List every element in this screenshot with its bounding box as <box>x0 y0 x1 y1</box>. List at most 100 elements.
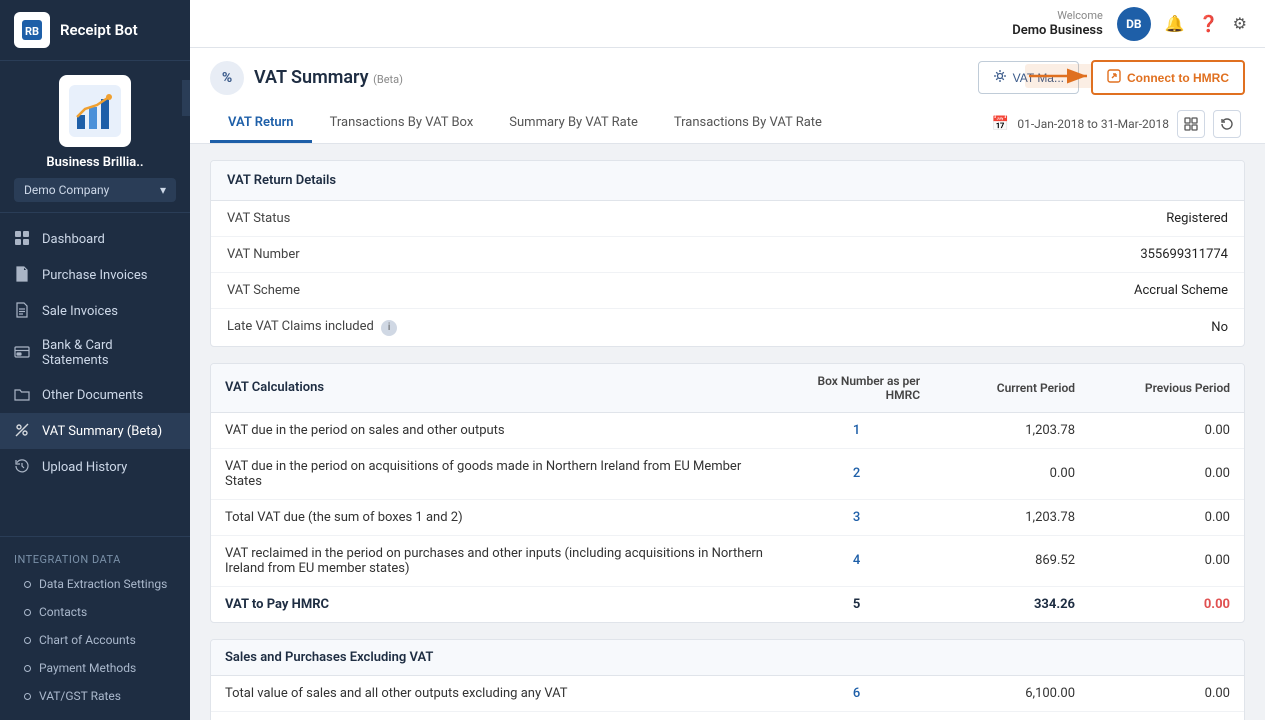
app-logo-icon: RB <box>14 12 50 48</box>
avatar: DB <box>1117 7 1151 41</box>
detail-row-vat-number: VAT Number 355699311774 <box>211 237 1244 273</box>
content-area: % VAT Summary (Beta) VAT Ma... <box>190 48 1265 720</box>
beta-badge: (Beta) <box>373 73 403 86</box>
vat-manage-button[interactable]: VAT Ma... <box>978 61 1079 94</box>
row-current: 1,203.78 <box>934 412 1089 448</box>
row-box: 4 <box>779 535 934 586</box>
sidebar-sub-data-extraction[interactable]: Data Extraction Settings <box>0 570 190 598</box>
row-description: VAT reclaimed in the period on purchases… <box>211 535 779 586</box>
sidebar-item-label: VAT Summary (Beta) <box>42 424 162 439</box>
row-previous: 0.00 <box>1089 586 1244 622</box>
return-details-card: VAT Return Details VAT Status Registered… <box>210 160 1245 347</box>
info-icon[interactable]: i <box>381 320 397 336</box>
top-header: Welcome Demo Business DB 🔔 ❓ ⚙ <box>190 0 1265 48</box>
file-invoice-icon <box>14 266 32 284</box>
tab-transactions-by-vat-rate[interactable]: Transactions By VAT Rate <box>656 105 840 143</box>
dot-icon <box>24 637 31 644</box>
sidebar-item-upload-history[interactable]: Upload History <box>0 449 190 485</box>
vat-content: VAT Return Details VAT Status Registered… <box>190 160 1265 720</box>
sidebar-item-label: Other Documents <box>42 388 143 403</box>
sidebar-sub-contacts[interactable]: Contacts <box>0 598 190 626</box>
box-header: Box Number as per HMRC <box>779 364 934 413</box>
dot-icon <box>24 581 31 588</box>
row-previous: 0.00 <box>1089 675 1244 711</box>
grid-icon <box>14 230 32 248</box>
sidebar-sub-chart-of-accounts[interactable]: Chart of Accounts <box>0 626 190 654</box>
row-box: 1 <box>779 412 934 448</box>
bell-icon[interactable]: 🔔 <box>1165 14 1185 33</box>
sidebar-item-label: Sale Invoices <box>42 304 118 319</box>
grid-view-button[interactable] <box>1177 110 1205 138</box>
manage-icon <box>993 69 1007 86</box>
sidebar-item-sale-invoices[interactable]: Sale Invoices <box>0 293 190 329</box>
previous-period-header: Previous Period <box>1089 364 1244 413</box>
late-vat-value: No <box>1211 320 1228 335</box>
row-current: 869.52 <box>934 535 1089 586</box>
calculations-table: VAT Calculations Box Number as per HMRC … <box>211 364 1244 622</box>
sidebar-item-dashboard[interactable]: Dashboard <box>0 221 190 257</box>
row-description: VAT to Pay HMRC <box>211 586 779 622</box>
company-section: Business Brillia.. Demo Company ▾ <box>0 61 190 213</box>
vat-percent-badge: % <box>210 61 244 95</box>
vat-number-value: 355699311774 <box>1140 247 1228 262</box>
current-period-header: Current Period <box>934 364 1089 413</box>
connect-hmrc-button[interactable]: Connect to HMRC <box>1091 60 1245 95</box>
file-alt-icon <box>14 302 32 320</box>
sidebar-item-other-documents[interactable]: Other Documents <box>0 377 190 413</box>
app-logo-text: Receipt Bot <box>60 21 138 39</box>
sidebar-item-bank-card[interactable]: Bank & Card Statements <box>0 329 190 377</box>
chevron-down-icon: ▾ <box>160 183 166 197</box>
sidebar-bottom: Integration Data Data Extraction Setting… <box>0 536 190 720</box>
vat-title-row: % VAT Summary (Beta) VAT Ma... <box>210 60 1245 95</box>
prev-header-2 <box>1089 640 1244 676</box>
row-previous: 0.00 <box>1089 448 1244 499</box>
company-selector[interactable]: Demo Company ▾ <box>14 178 176 202</box>
vat-scheme-value: Accrual Scheme <box>1134 283 1228 298</box>
row-previous: 0.00 <box>1089 535 1244 586</box>
sales-purchases-table: Sales and Purchases Excluding VAT Total … <box>211 640 1244 720</box>
detail-row-vat-scheme: VAT Scheme Accrual Scheme <box>211 273 1244 309</box>
user-name: Demo Business <box>1012 23 1103 38</box>
history-icon <box>14 458 32 476</box>
svg-text:RB: RB <box>25 25 39 38</box>
sidebar-item-vat-summary[interactable]: VAT Summary (Beta) <box>0 413 190 449</box>
sidebar-toggle[interactable]: ‹ <box>182 80 190 116</box>
row-description: Total VAT due (the sum of boxes 1 and 2) <box>211 499 779 535</box>
help-icon[interactable]: ❓ <box>1199 14 1219 33</box>
sidebar-sub-payment-methods[interactable]: Payment Methods <box>0 654 190 682</box>
calculations-card: VAT Calculations Box Number as per HMRC … <box>210 363 1245 623</box>
row-box: 7 <box>779 711 934 720</box>
table-row: VAT due in the period on acquisitions of… <box>211 448 1244 499</box>
row-box: 6 <box>779 675 934 711</box>
row-current: 0.00 <box>934 448 1089 499</box>
table-row: VAT reclaimed in the period on purchases… <box>211 535 1244 586</box>
row-current: 1,203.78 <box>934 499 1089 535</box>
vat-number-label: VAT Number <box>227 247 300 262</box>
tab-transactions-by-vat-box[interactable]: Transactions By VAT Box <box>312 105 492 143</box>
row-current: 334.26 <box>934 586 1089 622</box>
refresh-button[interactable] <box>1213 110 1241 138</box>
row-current: 4,347.00 <box>934 711 1089 720</box>
vat-status-label: VAT Status <box>227 211 290 226</box>
box-header-2 <box>779 640 934 676</box>
company-selector-text: Demo Company <box>24 183 109 197</box>
sub-nav-label: Contacts <box>39 605 87 619</box>
tab-summary-by-vat-rate[interactable]: Summary By VAT Rate <box>491 105 656 143</box>
integration-label: Integration Data <box>0 545 190 570</box>
sidebar-sub-vat-gst-rates[interactable]: VAT/GST Rates <box>0 682 190 710</box>
row-description: Total value of purchases and all other i… <box>211 711 779 720</box>
sidebar-item-purchase-invoices[interactable]: Purchase Invoices <box>0 257 190 293</box>
row-description: VAT due in the period on acquisitions of… <box>211 448 779 499</box>
detail-row-late-vat: Late VAT Claims included i No <box>211 309 1244 346</box>
tab-vat-return[interactable]: VAT Return <box>210 105 312 143</box>
main-content: Welcome Demo Business DB 🔔 ❓ ⚙ % VAT Sum… <box>190 0 1265 720</box>
table-row: Total value of purchases and all other i… <box>211 711 1244 720</box>
row-previous: 0.00 <box>1089 711 1244 720</box>
desc-header: VAT Calculations <box>211 364 779 413</box>
row-box: 3 <box>779 499 934 535</box>
folder-icon <box>14 386 32 404</box>
settings-icon[interactable]: ⚙ <box>1233 14 1247 33</box>
credit-card-icon <box>14 344 32 362</box>
date-range-text: 01-Jan-2018 to 31-Mar-2018 <box>1017 117 1169 131</box>
table-row: VAT due in the period on sales and other… <box>211 412 1244 448</box>
